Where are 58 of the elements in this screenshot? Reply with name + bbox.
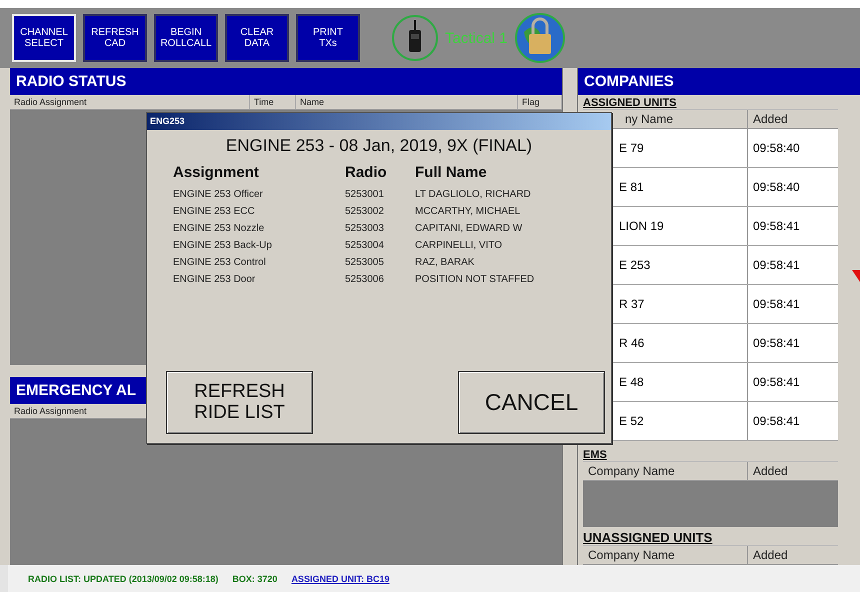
section-label: UNASSIGNED UNITS: [583, 530, 712, 545]
table-cell-text: 09:58:41: [752, 296, 801, 313]
column-header: Company Name: [583, 546, 748, 564]
dialog-heading: ENGINE 253 - 08 Jan, 2019, 9X (FINAL): [224, 136, 534, 156]
table-cell-text: ENGINE 253 ECC: [173, 206, 256, 217]
table-cell-text: 09:58:41: [752, 374, 801, 391]
table-cell-text: 5253006: [345, 274, 385, 285]
column-header: Assignment: [173, 164, 260, 181]
table-cell-text: MCCARTHY, MICHAEL: [415, 206, 522, 217]
assigned-unit-link[interactable]: ASSIGNED UNIT: BC19: [291, 574, 390, 584]
marker-icon: [852, 270, 860, 282]
column-header: Added: [752, 111, 789, 128]
table-cell-text: ENGINE 253 Door: [173, 274, 256, 285]
table-cell-text: 09:58:40: [752, 179, 801, 196]
table-cell-text: 09:58:41: [752, 413, 801, 430]
status-text: BOX: 3720: [232, 574, 278, 584]
dialog-button[interactable]: CANCEL: [458, 371, 605, 434]
table-cell-text: ENGINE 253 Officer: [173, 189, 264, 200]
column-header: Radio Assignment: [10, 95, 250, 109]
table-cell-text: 5253005: [345, 257, 385, 268]
table-cell-text: 09:58:41: [752, 218, 801, 235]
column-header: Time: [250, 95, 296, 109]
table-cell-text: 5253001: [345, 189, 385, 200]
table-cell-text: 5253003: [345, 223, 385, 234]
column-header: Added: [752, 463, 789, 480]
column-header: Added: [752, 547, 789, 564]
channel-label: Tactical 1: [445, 30, 508, 46]
table-cell-text: 5253002: [345, 206, 385, 217]
table-cell-text: 5253004: [345, 240, 385, 251]
table-cell-text: POSITION NOT STAFFED: [415, 274, 536, 285]
table-cell-text: LT DAGLIOLO, RICHARD: [415, 189, 532, 200]
panel-header: RADIO STATUS: [10, 68, 562, 95]
table-cell-text: 09:58:41: [752, 257, 801, 274]
panel-header: COMPANIES: [578, 68, 860, 95]
toolbar-button[interactable]: CLEAR DATA: [225, 14, 289, 62]
column-header: Company Name: [583, 462, 748, 480]
globe-padlock-icon: [514, 12, 566, 64]
status-text: RADIO LIST: UPDATED (2013/09/02 09:58:18): [28, 574, 218, 584]
toolbar-button[interactable]: BEGIN ROLLCALL: [154, 14, 218, 62]
dialog-button[interactable]: REFRESH RIDE LIST: [166, 371, 313, 434]
column-header: Full Name: [415, 164, 488, 181]
section-label: ASSIGNED UNITS: [583, 97, 677, 109]
column-header: Name: [296, 95, 518, 109]
toolbar-button[interactable]: PRINT TXs: [296, 14, 360, 62]
table-cell-text: CARPINELLI, VITO: [415, 240, 504, 251]
toolbar-button[interactable]: REFRESH CAD: [83, 14, 147, 62]
dialog-title: ENG253: [147, 113, 611, 130]
table-cell-text: CAPITANI, EDWARD W: [415, 223, 524, 234]
column-header: Radio: [345, 164, 388, 181]
table-cell-text: RAZ, BARAK: [415, 257, 476, 268]
toolbar-button[interactable]: CHANNEL SELECT: [12, 14, 76, 62]
table-cell-text: 09:58:41: [752, 335, 801, 352]
table-cell-text: ENGINE 253 Nozzle: [173, 223, 266, 234]
radio-icon: [391, 14, 439, 62]
table-cell-text: ENGINE 253 Back-Up: [173, 240, 273, 251]
table-cell-text: ENGINE 253 Control: [173, 257, 267, 268]
table-cell-text: 09:58:40: [752, 140, 801, 157]
section-label: EMS: [583, 449, 607, 461]
